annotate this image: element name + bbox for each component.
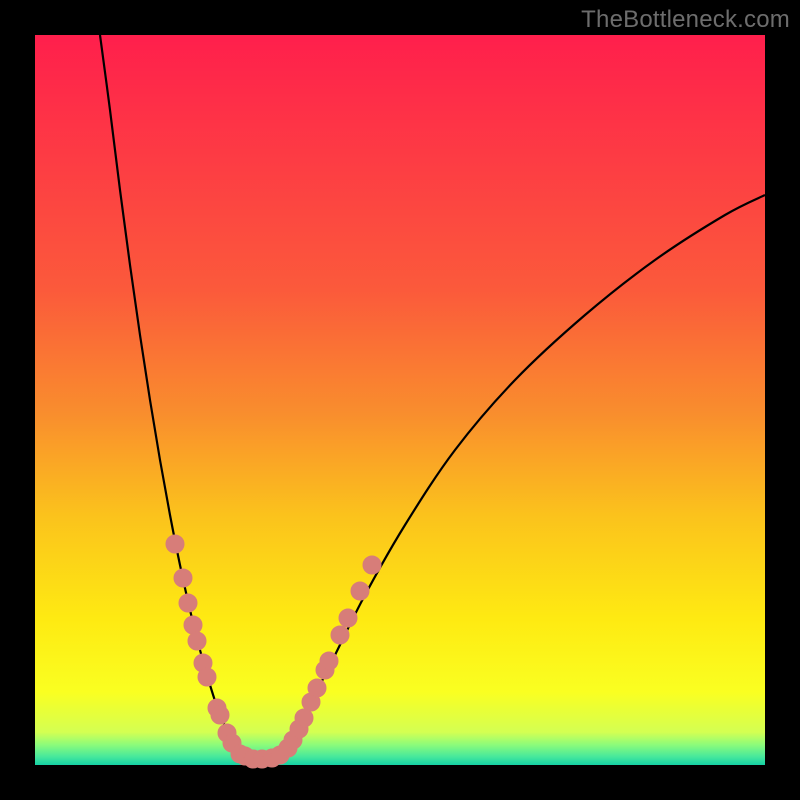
data-point [363,556,381,574]
watermark-text: TheBottleneck.com [581,6,790,34]
chart-stage: TheBottleneck.com [0,0,800,800]
data-point [184,616,202,634]
data-point [295,709,313,727]
marker-layer [166,535,381,768]
data-point [320,652,338,670]
data-point [211,706,229,724]
plot-area [35,35,765,765]
data-point [351,582,369,600]
curve-svg [35,35,765,765]
data-point [166,535,184,553]
data-point [179,594,197,612]
data-point [339,609,357,627]
data-point [308,679,326,697]
data-point [188,632,206,650]
bottleneck-curve [100,35,765,759]
data-point [331,626,349,644]
data-point [198,668,216,686]
data-point [174,569,192,587]
